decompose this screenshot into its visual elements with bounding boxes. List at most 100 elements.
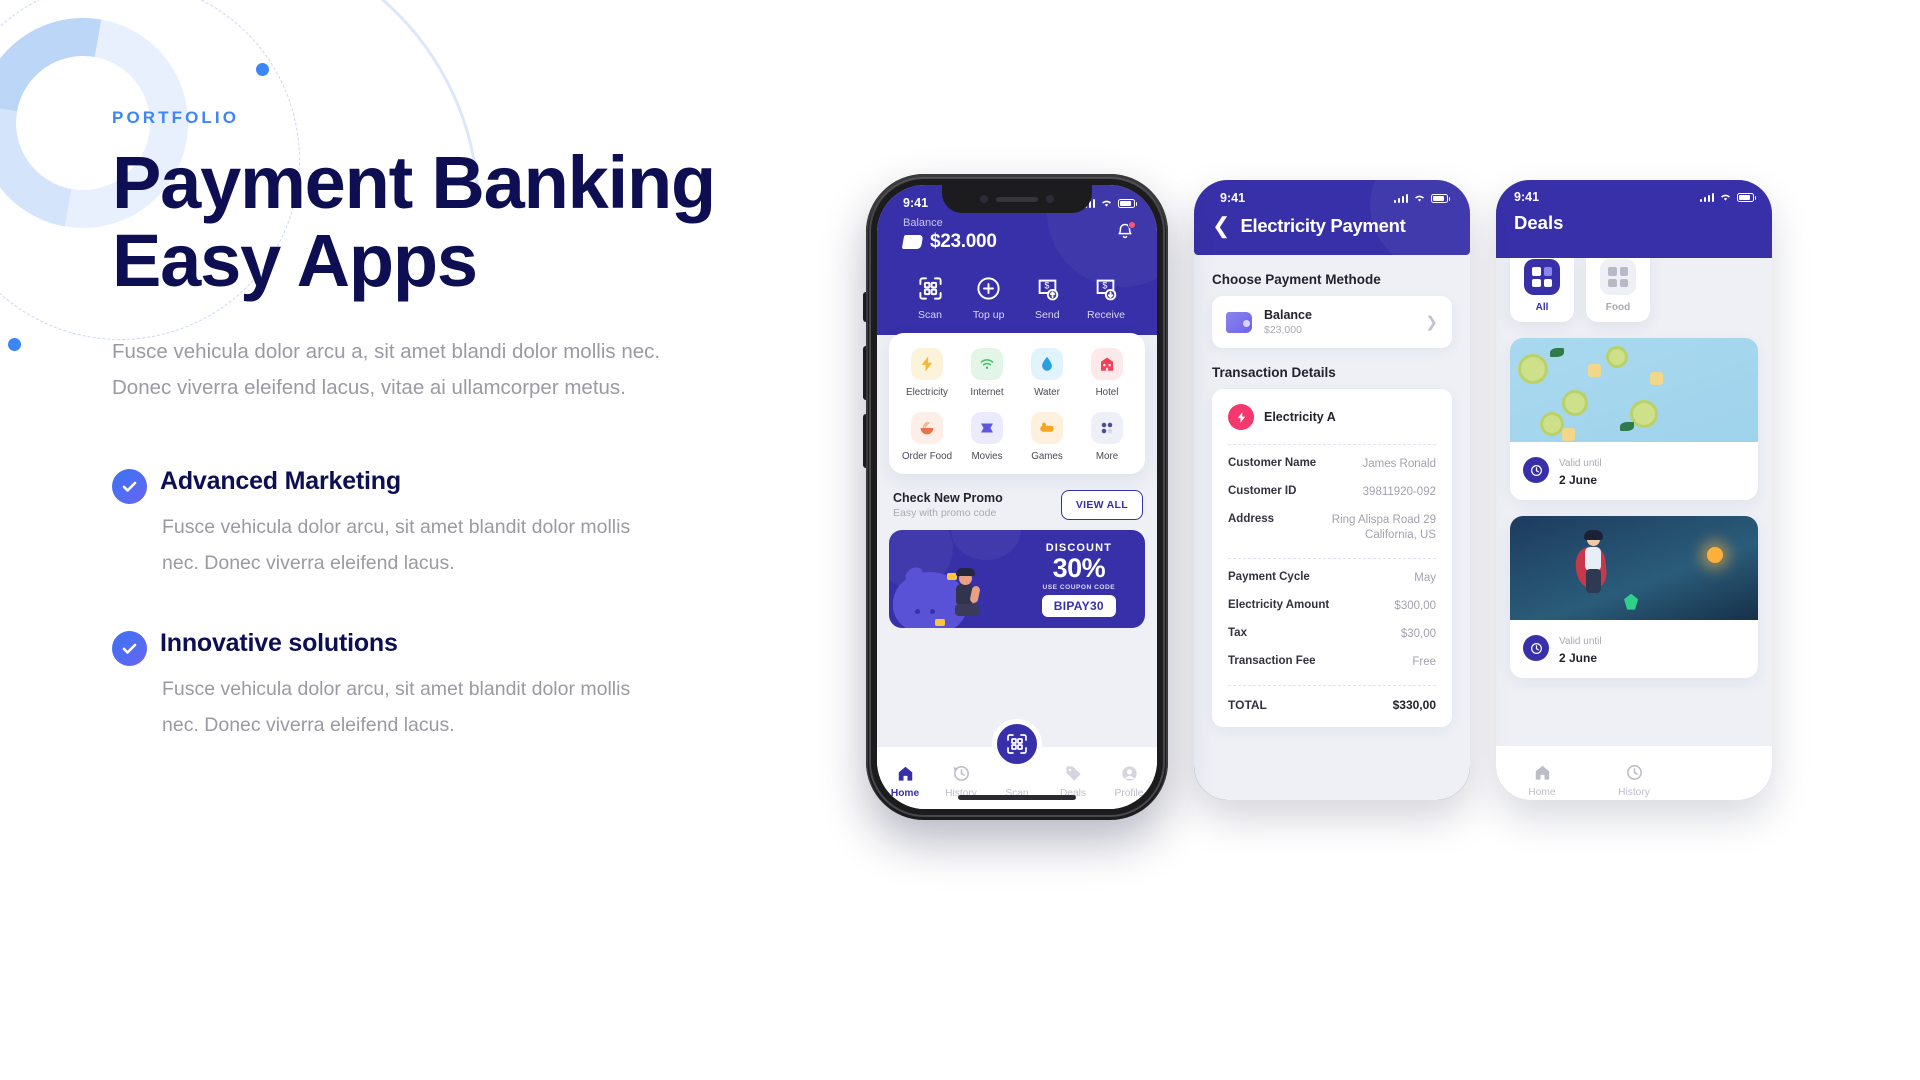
category-food[interactable]: Food	[1586, 248, 1650, 322]
service-water[interactable]: Water	[1017, 348, 1077, 398]
banner-illustration	[889, 530, 1025, 628]
back-arrow-icon[interactable]: ❮	[1212, 215, 1230, 237]
wifi-icon	[1415, 195, 1424, 202]
deals-header: 9:41 Deals	[1496, 180, 1772, 258]
quick-action-scan[interactable]: Scan	[901, 267, 959, 321]
phone-frame: 9:41 Balance $23.000 Scan Top up $ Send …	[866, 174, 1168, 820]
service-internet[interactable]: Internet	[957, 348, 1017, 398]
quick-action-receive[interactable]: $ Receive	[1077, 267, 1135, 321]
service-order-food[interactable]: Order Food	[897, 412, 957, 462]
wallet-icon	[1226, 311, 1252, 333]
quick-action-send[interactable]: $ Send	[1018, 267, 1076, 321]
scan-fab-button[interactable]	[992, 719, 1042, 769]
piggy-eye	[930, 609, 935, 614]
gem-icon	[1624, 593, 1639, 610]
deal-valid-label: Valid until	[1559, 636, 1602, 647]
status-bar: 9:41	[1194, 180, 1470, 205]
tab-label: Home	[890, 788, 920, 799]
deal-card[interactable]: Valid until 2 June	[1510, 338, 1758, 500]
service-hotel[interactable]: Hotel	[1077, 348, 1137, 398]
service-games[interactable]: Games	[1017, 412, 1077, 462]
status-bar: 9:41	[1514, 190, 1756, 204]
wifi-icon	[1721, 194, 1730, 201]
history-icon	[933, 762, 989, 784]
services-card: Electricity Internet Water Hotel Order F…	[889, 333, 1145, 474]
deal-valid-label: Valid until	[1559, 458, 1602, 469]
quick-action-label: Scan	[918, 309, 942, 321]
grid-icon	[1600, 259, 1636, 295]
deals-title: Deals	[1514, 212, 1564, 233]
service-label: Order Food	[901, 451, 953, 462]
category-label: Food	[1605, 302, 1631, 313]
notification-bell-icon[interactable]	[1115, 221, 1136, 243]
detail-key: Transaction Fee	[1228, 655, 1316, 667]
promo-text-block: Check New Promo Easy with promo code	[893, 491, 1003, 519]
provider-row: Electricity A	[1228, 404, 1436, 444]
phone-screen: 9:41 Deals All Food Valid until 2 June V…	[1496, 180, 1772, 800]
clock-icon	[1523, 635, 1549, 661]
qr-scan-icon	[901, 273, 959, 303]
home-icon	[1496, 761, 1588, 783]
ticket-icon	[971, 412, 1003, 444]
view-all-button[interactable]: VIEW ALL	[1060, 490, 1143, 520]
deal-card[interactable]: Valid until 2 June	[1510, 516, 1758, 678]
grid-dots-icon	[1091, 412, 1123, 444]
balance-amount: $23.000	[930, 231, 997, 252]
detail-value: James Ronald	[1362, 458, 1436, 470]
bolt-icon	[1228, 404, 1254, 430]
category-all[interactable]: All	[1510, 248, 1574, 322]
transaction-details-card: Electricity A Customer Name James Ronald…	[1212, 389, 1452, 727]
promo-banner[interactable]: DISCOUNT 30% USE COUPON CODE BIPAY30	[889, 530, 1145, 628]
hero-description: Fusce vehicula dolor arcu a, sit amet bl…	[112, 340, 661, 399]
feature-title: Innovative solutions	[160, 629, 398, 657]
category-label: All	[1535, 302, 1549, 313]
provider-name: Electricity A	[1264, 410, 1336, 424]
section-title-details: Transaction Details	[1212, 365, 1336, 380]
tab-home[interactable]: Home	[877, 758, 933, 799]
detail-row: Customer ID 39811920-092	[1228, 485, 1436, 500]
detail-key: Tax	[1228, 627, 1247, 639]
tab-history[interactable]: History	[933, 758, 989, 799]
service-electricity[interactable]: Electricity	[897, 348, 957, 398]
deal-valid-date: 2 June	[1559, 473, 1598, 487]
tab-deals[interactable]: Deals	[1045, 758, 1101, 799]
deal-meta: Valid until 2 June	[1510, 620, 1758, 678]
tab-home[interactable]: Home	[1496, 757, 1588, 798]
person-illustration	[947, 568, 987, 626]
game-character-photo	[1510, 516, 1758, 620]
service-label: Hotel	[1095, 387, 1119, 398]
screen-title: Electricity Payment	[1240, 215, 1406, 236]
signal-icon	[1393, 193, 1408, 203]
noodles-icon	[911, 412, 943, 444]
battery-icon	[1431, 193, 1450, 203]
promo-header: Check New Promo Easy with promo code VIE…	[877, 474, 1157, 530]
page-title: Payment Banking Easy Apps	[112, 144, 752, 300]
check-circle-icon	[112, 469, 147, 504]
quick-action-topup[interactable]: Top up	[960, 267, 1018, 321]
tab-label: Profile	[1114, 788, 1144, 799]
detail-row: Customer Name James Ronald	[1228, 457, 1436, 472]
home-icon	[877, 762, 933, 784]
deal-valid-date: 2 June	[1559, 651, 1598, 665]
tab-profile[interactable]: Profile	[1101, 758, 1157, 799]
notification-badge	[1128, 221, 1136, 229]
quick-actions-row: Scan Top up $ Send $ Receive	[877, 253, 1157, 321]
status-icons	[1393, 193, 1450, 203]
bottom-tab-bar: Home History	[1496, 746, 1772, 800]
payment-method-card[interactable]: Balance $23,000 ❯	[1212, 296, 1452, 348]
phone-screen: 9:41 ❮ Electricity Payment Choose Paymen…	[1194, 180, 1470, 800]
person-icon	[1101, 762, 1157, 784]
status-time: 9:41	[903, 196, 929, 210]
service-more[interactable]: More	[1077, 412, 1137, 462]
service-movies[interactable]: Movies	[957, 412, 1017, 462]
wifi-icon	[971, 348, 1003, 380]
coin-icon	[935, 619, 945, 626]
detail-value: Ring Alispa Road 29 California, US	[1331, 514, 1436, 541]
phone-notch	[942, 185, 1092, 213]
clock-icon	[1523, 457, 1549, 483]
page-root: PORTFOLIO Payment Banking Easy Apps Fusc…	[0, 0, 1920, 1080]
balance-label: Balance	[903, 217, 943, 229]
quick-action-label: Send	[1035, 309, 1060, 321]
tab-history[interactable]: History	[1588, 757, 1680, 798]
method-name: Balance	[1264, 308, 1312, 322]
